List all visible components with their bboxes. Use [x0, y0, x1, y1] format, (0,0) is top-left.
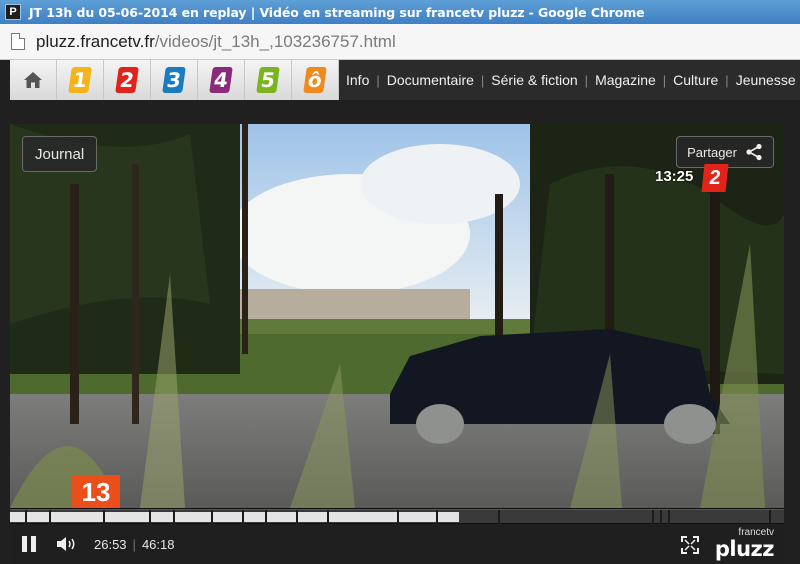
chapter-marker	[211, 510, 214, 524]
menu-separator: |	[480, 72, 485, 88]
progress-fill	[10, 512, 459, 522]
chapter-marker	[265, 510, 268, 524]
chapter-marker	[48, 510, 51, 524]
channel-logo-3: 3	[162, 67, 186, 93]
overlay-clock: 13:25	[655, 168, 694, 185]
channel-france-2[interactable]: 2	[104, 60, 151, 100]
url-field[interactable]: pluzz.francetv.fr/videos/jt_13h_,1032367…	[36, 32, 396, 52]
site-nav: 1 2 3 4 5 ô Info | Documentaire | Série & …	[10, 60, 800, 100]
window-title: JT 13h du 05-06-2014 en replay | Vidéo e…	[29, 4, 645, 20]
video-player: Journal Partager 13:25 2 13 26:53 | 46:18 …	[10, 124, 784, 564]
menu-item-culture[interactable]: Culture	[673, 72, 718, 88]
menu-separator: |	[725, 72, 729, 88]
chapter-marker	[497, 510, 500, 524]
url-host: pluzz.francetv.fr	[36, 31, 155, 51]
channel-logo-2: 2	[115, 67, 139, 93]
brand-big: pluzz	[714, 537, 775, 561]
volume-icon[interactable]	[56, 536, 80, 552]
pluzz-logo: francetv pluzz	[714, 528, 775, 561]
menu-separator: |	[662, 72, 667, 88]
menu-item-info[interactable]: Info	[346, 72, 369, 88]
menu-item-documentaire[interactable]: Documentaire	[387, 72, 474, 88]
corner-logo: 13	[72, 475, 120, 508]
page-icon	[11, 33, 25, 50]
chapter-marker	[652, 510, 655, 524]
chapter-marker	[149, 510, 152, 524]
progress-bar[interactable]	[10, 509, 784, 524]
menu-item-magazine[interactable]: Magazine	[595, 72, 656, 88]
channel-france-1[interactable]: 1	[57, 60, 104, 100]
fullscreen-icon[interactable]	[681, 536, 699, 554]
channel-france-5[interactable]: 5	[245, 60, 292, 100]
channel-logo-o: ô	[303, 67, 327, 93]
menu-separator: |	[584, 72, 589, 88]
window-title-bar: P JT 13h du 05-06-2014 en replay | Vidéo…	[0, 0, 800, 24]
channel-logo-1: 1	[68, 67, 92, 93]
chapter-marker	[172, 510, 175, 524]
chapter-marker	[397, 510, 399, 524]
channel-france-3[interactable]: 3	[151, 60, 198, 100]
chapter-marker	[242, 510, 245, 524]
address-bar[interactable]: pluzz.francetv.fr/videos/jt_13h_,1032367…	[0, 24, 800, 60]
menu-separator: |	[376, 72, 380, 88]
channel-france-o[interactable]: ô	[292, 60, 339, 100]
home-icon	[24, 72, 42, 88]
time-display: 26:53 | 46:18	[94, 537, 174, 552]
menu-item-serie-fiction[interactable]: Série & fiction	[491, 72, 577, 88]
category-menu: Info | Documentaire | Série & fiction | Mag…	[339, 60, 796, 100]
time-separator: |	[132, 536, 136, 552]
menu-item-jeunesse[interactable]: Jeunesse	[736, 72, 796, 88]
chapter-marker	[667, 510, 670, 524]
current-time: 26:53	[94, 536, 127, 552]
video-frame[interactable]: Journal Partager 13:25 2 13	[10, 124, 784, 508]
share-icon	[746, 143, 762, 161]
chapter-marker	[296, 510, 299, 524]
chapter-marker	[660, 510, 663, 524]
channel-logo-5: 5	[256, 67, 280, 93]
share-label: Partager	[687, 144, 737, 160]
url-path: /videos/jt_13h_,103236757.html	[154, 31, 396, 51]
channel-france-4[interactable]: 4	[198, 60, 245, 100]
chapter-marker	[768, 510, 771, 524]
program-button[interactable]: Journal	[22, 136, 98, 172]
chapter-marker	[435, 510, 438, 524]
player-controls: 26:53 | 46:18 francetv pluzz	[10, 524, 784, 564]
chapter-marker	[102, 510, 105, 524]
channel-logo-4: 4	[209, 67, 233, 93]
home-button[interactable]	[10, 60, 57, 100]
pause-icon[interactable]	[22, 536, 36, 552]
app-icon: P	[5, 4, 21, 20]
channel-watermark: 2	[701, 164, 729, 192]
duration: 46:18	[141, 536, 175, 552]
chapter-marker	[25, 510, 28, 524]
chapter-marker	[327, 510, 330, 524]
